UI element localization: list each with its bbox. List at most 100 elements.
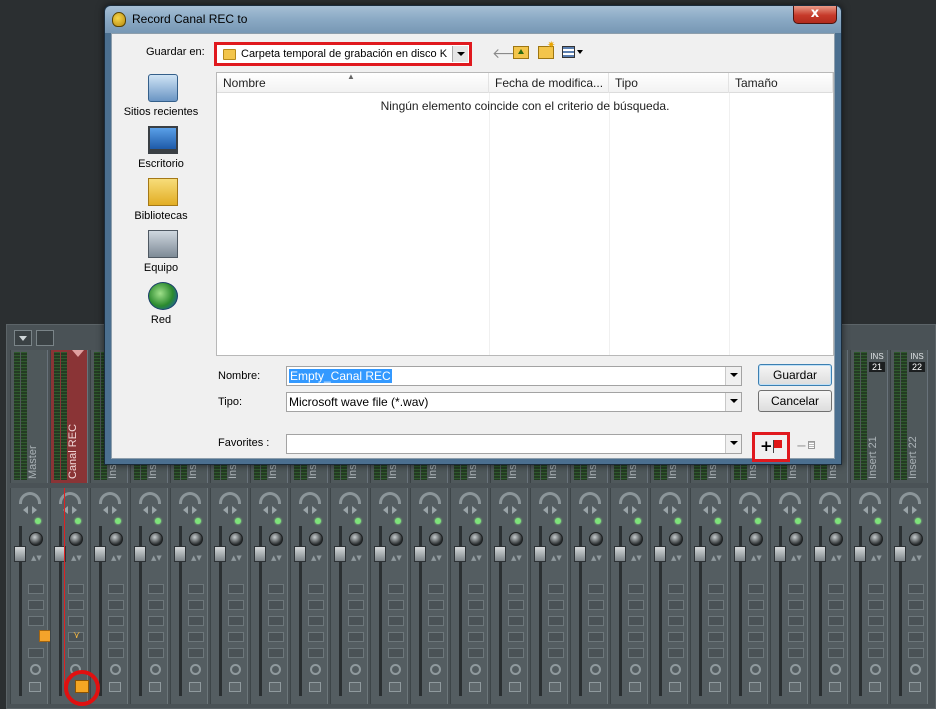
record-arm-icon[interactable] <box>830 664 841 675</box>
insert-slot[interactable] <box>388 600 404 610</box>
insert-slot[interactable] <box>788 648 804 658</box>
pan-knob[interactable] <box>539 492 561 504</box>
enable-led[interactable] <box>75 518 81 524</box>
insert-slot[interactable] <box>548 584 564 594</box>
disk-icon[interactable] <box>349 682 361 692</box>
save-button[interactable]: Guardar <box>758 364 832 386</box>
send-knob[interactable] <box>269 532 283 546</box>
send-knob[interactable] <box>29 532 43 546</box>
enable-led[interactable] <box>915 518 921 524</box>
mixer-menu-button[interactable] <box>14 330 32 346</box>
insert-slot[interactable] <box>588 600 604 610</box>
record-arm-icon[interactable] <box>110 664 121 675</box>
record-arm-icon[interactable] <box>230 664 241 675</box>
pan-knob[interactable] <box>779 492 801 504</box>
pan-knob[interactable] <box>819 492 841 504</box>
volume-fader[interactable] <box>334 546 346 562</box>
enable-led[interactable] <box>395 518 401 524</box>
insert-slot[interactable] <box>108 584 124 594</box>
insert-slot[interactable] <box>348 600 364 610</box>
column-header-type[interactable]: Tipo <box>609 73 729 93</box>
volume-fader[interactable] <box>534 546 546 562</box>
send-knob[interactable] <box>709 532 723 546</box>
insert-slot[interactable] <box>28 616 44 626</box>
volume-fader[interactable] <box>614 546 626 562</box>
disk-icon[interactable] <box>309 682 321 692</box>
pan-knob[interactable] <box>19 492 41 504</box>
enable-led[interactable] <box>875 518 881 524</box>
place-network[interactable]: Red <box>116 282 206 334</box>
pan-knob[interactable] <box>219 492 241 504</box>
record-arm-icon[interactable] <box>30 664 41 675</box>
insert-slot[interactable] <box>228 632 244 642</box>
send-knob[interactable] <box>229 532 243 546</box>
insert-slot[interactable] <box>708 616 724 626</box>
pan-knob[interactable] <box>59 492 81 504</box>
insert-slot[interactable] <box>548 632 564 642</box>
column-header-name[interactable]: Nombre ▲ <box>217 73 489 93</box>
disk-icon[interactable] <box>709 682 721 692</box>
volume-fader[interactable] <box>294 546 306 562</box>
pan-knob[interactable] <box>339 492 361 504</box>
insert-slot[interactable] <box>348 648 364 658</box>
send-knob[interactable] <box>749 532 763 546</box>
volume-fader[interactable] <box>254 546 266 562</box>
send-knob[interactable] <box>69 532 83 546</box>
pan-knob[interactable] <box>419 492 441 504</box>
insert-slot[interactable] <box>748 616 764 626</box>
record-arm-icon[interactable] <box>190 664 201 675</box>
send-knob[interactable] <box>389 532 403 546</box>
disk-icon[interactable] <box>629 682 641 692</box>
record-arm-icon[interactable] <box>710 664 721 675</box>
up-folder-icon[interactable] <box>513 46 529 59</box>
insert-slot[interactable] <box>228 600 244 610</box>
insert-slot[interactable] <box>108 616 124 626</box>
insert-slot[interactable] <box>628 648 644 658</box>
insert-slot[interactable] <box>148 584 164 594</box>
enable-led[interactable] <box>595 518 601 524</box>
insert-slot[interactable] <box>828 584 844 594</box>
insert-slot[interactable] <box>428 600 444 610</box>
pan-knob[interactable] <box>379 492 401 504</box>
insert-slot[interactable] <box>148 600 164 610</box>
insert-slot[interactable] <box>148 648 164 658</box>
filename-dropdown-button[interactable] <box>725 367 741 385</box>
insert-slot[interactable] <box>388 632 404 642</box>
insert-slot[interactable] <box>588 584 604 594</box>
insert-slot[interactable] <box>668 632 684 642</box>
volume-fader[interactable] <box>894 546 906 562</box>
disk-icon[interactable] <box>149 682 161 692</box>
insert-slot[interactable] <box>308 632 324 642</box>
insert-slot[interactable] <box>308 648 324 658</box>
insert-slot[interactable] <box>908 600 924 610</box>
insert-slot[interactable] <box>748 648 764 658</box>
pan-knob[interactable] <box>139 492 161 504</box>
insert-slot[interactable] <box>508 584 524 594</box>
pan-knob[interactable] <box>739 492 761 504</box>
pan-knob[interactable] <box>579 492 601 504</box>
send-knob[interactable] <box>429 532 443 546</box>
record-arm-icon[interactable] <box>910 664 921 675</box>
insert-slot[interactable] <box>228 616 244 626</box>
file-type-dropdown-button[interactable] <box>725 393 741 411</box>
view-menu-icon[interactable] <box>562 46 586 62</box>
send-knob[interactable] <box>149 532 163 546</box>
insert-slot[interactable] <box>188 648 204 658</box>
enable-led[interactable] <box>195 518 201 524</box>
send-knob[interactable] <box>589 532 603 546</box>
send-knob[interactable] <box>549 532 563 546</box>
insert-slot[interactable] <box>268 616 284 626</box>
disk-icon[interactable] <box>29 682 41 692</box>
insert-slot[interactable] <box>508 648 524 658</box>
insert-slot[interactable] <box>68 616 84 626</box>
insert-slot[interactable] <box>628 600 644 610</box>
send-knob[interactable] <box>669 532 683 546</box>
mixer-pin-button[interactable] <box>36 330 54 346</box>
insert-slot[interactable] <box>428 648 444 658</box>
volume-fader[interactable] <box>414 546 426 562</box>
send-knob[interactable] <box>869 532 883 546</box>
record-arm-icon[interactable] <box>430 664 441 675</box>
record-arm-icon[interactable] <box>350 664 361 675</box>
insert-slot[interactable] <box>788 584 804 594</box>
enable-led[interactable] <box>795 518 801 524</box>
